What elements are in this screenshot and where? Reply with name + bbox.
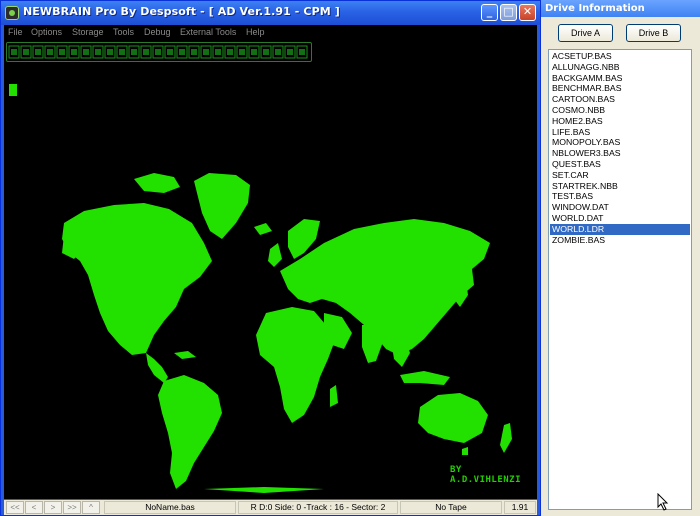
map-madagascar <box>330 385 338 407</box>
charset-glyph-dot <box>275 49 281 55</box>
map-tasmania <box>462 447 468 455</box>
file-list-item[interactable]: BENCHMAR.BAS <box>550 83 690 94</box>
charset-glyph-dot <box>251 49 257 55</box>
charset-glyph-dot <box>167 49 173 55</box>
charset-glyph-dot <box>287 49 293 55</box>
charset-glyph-dot <box>35 49 41 55</box>
charset-glyph-dot <box>263 49 269 55</box>
charset-glyph-dot <box>119 49 125 55</box>
file-list-item[interactable]: WORLD.LDR <box>550 223 690 235</box>
status-filename: NoName.bas <box>104 501 236 514</box>
charset-glyph-dot <box>107 49 113 55</box>
menu-bar: File Options Storage Tools Debug Externa… <box>4 25 537 41</box>
charset-glyph-dot <box>131 49 137 55</box>
close-button[interactable]: ✕ <box>519 4 536 21</box>
main-window: NEWBRAIN Pro By Despsoft - [ AD Ver.1.91… <box>0 0 541 516</box>
charset-glyph-dot <box>11 49 17 55</box>
drive-panel-title: Drive Information <box>541 0 700 17</box>
charset-glyph-dot <box>83 49 89 55</box>
file-list-item[interactable]: NBLOWER3.BAS <box>550 148 690 159</box>
map-uk <box>268 243 282 267</box>
file-list-item[interactable]: COSMO.NBB <box>550 105 690 116</box>
file-list-item[interactable]: MONOPOLY.BAS <box>550 137 690 148</box>
charset-glyph-dot <box>203 49 209 55</box>
map-greenland <box>194 173 250 239</box>
drive-info-panel: Drive Information Drive A Drive B ACSETU… <box>541 0 700 516</box>
last-button[interactable]: >> <box>63 501 81 514</box>
file-list-item[interactable]: ALLUNAGG.NBB <box>550 62 690 73</box>
menu-storage[interactable]: Storage <box>72 27 104 37</box>
drive-b-button[interactable]: Drive B <box>626 24 681 42</box>
status-disk-info: R D:0 Side: 0 -Track : 16 - Sector: 2 <box>238 501 398 514</box>
menu-external-tools[interactable]: External Tools <box>180 27 236 37</box>
status-version: 1.91 <box>504 501 536 514</box>
menu-tools[interactable]: Tools <box>113 27 134 37</box>
charset-glyph-dot <box>155 49 161 55</box>
file-list-item[interactable]: WORLD.DAT <box>550 213 690 224</box>
charset-glyph-dot <box>215 49 221 55</box>
file-list-item[interactable]: WINDOW.DAT <box>550 202 690 213</box>
next-button[interactable]: > <box>44 501 62 514</box>
author-credit: BY A.D.VIHLENZI <box>450 465 522 485</box>
file-list-item[interactable]: ZOMBIE.BAS <box>550 235 690 246</box>
charset-glyph-dot <box>179 49 185 55</box>
file-list-item[interactable]: STARTREK.NBB <box>550 181 690 192</box>
charset-glyph-dot <box>143 49 149 55</box>
map-new-zealand <box>500 423 512 453</box>
mouse-pointer-icon <box>657 493 669 511</box>
charset-glyphs <box>8 45 308 59</box>
charset-glyph-dot <box>299 49 305 55</box>
map-caribbean <box>174 351 196 359</box>
title-bar[interactable]: NEWBRAIN Pro By Despsoft - [ AD Ver.1.91… <box>1 1 540 25</box>
map-australia <box>418 393 488 443</box>
app-icon[interactable] <box>5 6 19 20</box>
map-indonesia <box>400 371 450 385</box>
maximize-button[interactable]: □ <box>500 4 517 21</box>
charset-row <box>6 42 312 62</box>
charset-glyph-dot <box>191 49 197 55</box>
map-central-america <box>146 353 168 383</box>
emulator-screen[interactable]: BY A.D.VIHLENZI <box>4 41 537 499</box>
status-tape: No Tape <box>400 501 502 514</box>
map-north-america <box>62 203 212 355</box>
minimize-button[interactable]: _ <box>481 4 498 21</box>
menu-debug[interactable]: Debug <box>144 27 171 37</box>
drive-a-button[interactable]: Drive A <box>558 24 613 42</box>
file-list-item[interactable]: QUEST.BAS <box>550 159 690 170</box>
previous-button[interactable]: < <box>25 501 43 514</box>
map-arctic-islands <box>134 173 180 193</box>
up-button[interactable]: ^ <box>82 501 100 514</box>
file-list-item[interactable]: HOME2.BAS <box>550 116 690 127</box>
file-list[interactable]: ACSETUP.BAS ALLUNAGG.NBB BACKGAMM.BAS BENCH… <box>548 49 692 510</box>
map-africa <box>256 307 334 423</box>
window-title: NEWBRAIN Pro By Despsoft - [ AD Ver.1.91… <box>23 5 340 18</box>
file-list-item[interactable]: ACSETUP.BAS <box>550 51 690 62</box>
file-list-item[interactable]: BACKGAMM.BAS <box>550 73 690 84</box>
status-bar: << < > >> ^ NoName.bas R D:0 Side: 0 -Tr… <box>4 500 537 515</box>
menu-file[interactable]: File <box>8 27 23 37</box>
menu-help[interactable]: Help <box>246 27 265 37</box>
charset-glyph-dot <box>227 49 233 55</box>
charset-glyph-dot <box>95 49 101 55</box>
world-map <box>62 173 512 493</box>
map-south-america <box>158 375 222 489</box>
file-list-item[interactable]: TEST.BAS <box>550 191 690 202</box>
file-list-item[interactable]: LIFE.BAS <box>550 127 690 138</box>
charset-glyph-dot <box>47 49 53 55</box>
charset-glyph-dot <box>23 49 29 55</box>
charset-glyph-dot <box>239 49 245 55</box>
map-iceland <box>254 223 272 235</box>
map-antarctica <box>204 487 324 493</box>
menu-options[interactable]: Options <box>31 27 62 37</box>
file-list-item[interactable]: SET.CAR <box>550 170 690 181</box>
first-button[interactable]: << <box>6 501 24 514</box>
charset-glyph-dot <box>71 49 77 55</box>
charset-glyph-dot <box>59 49 65 55</box>
file-list-item[interactable]: CARTOON.BAS <box>550 94 690 105</box>
